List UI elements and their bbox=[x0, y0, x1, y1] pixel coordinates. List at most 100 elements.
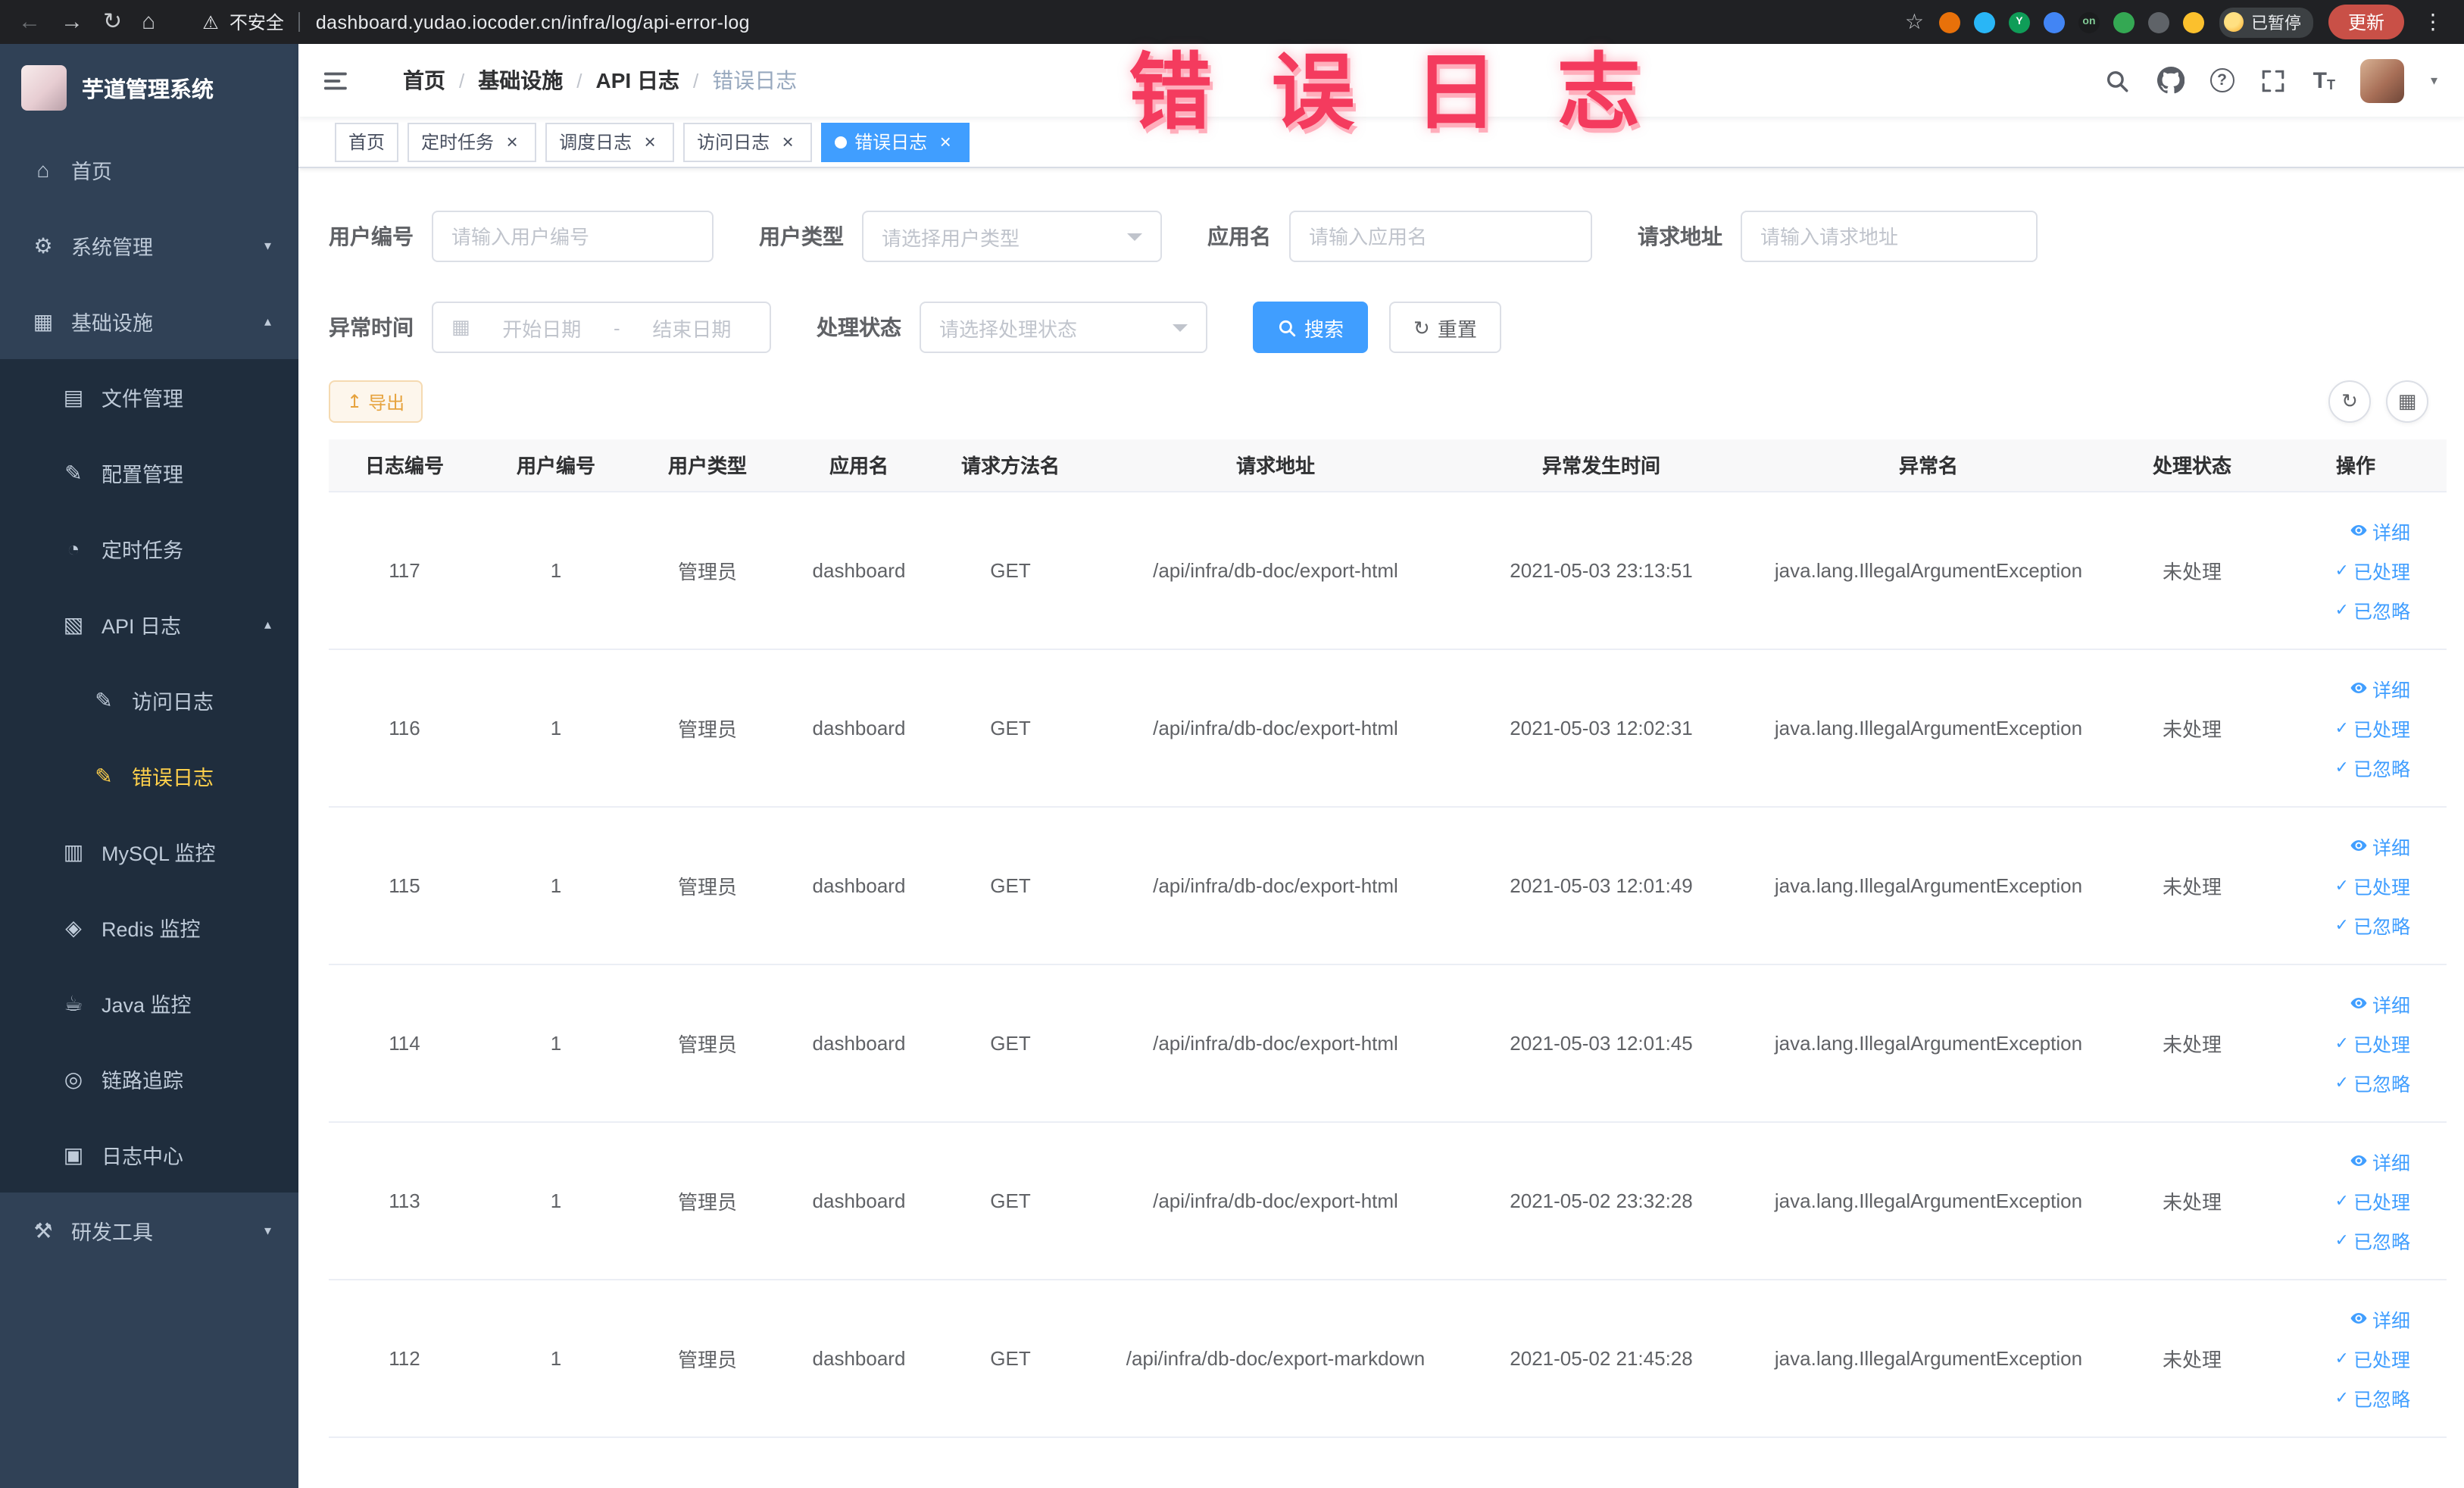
extension-icon[interactable] bbox=[1938, 11, 1960, 33]
cell-user-type: 管理员 bbox=[632, 1121, 783, 1280]
sidebar-item-label: 文件管理 bbox=[101, 388, 183, 411]
sidebar-item[interactable]: ✎ 访问日志 bbox=[0, 662, 298, 738]
sidebar-item[interactable]: ✎ 配置管理 bbox=[0, 435, 298, 511]
extension-icon[interactable] bbox=[2147, 11, 2169, 33]
breadcrumb-item[interactable]: 首页 bbox=[403, 65, 445, 95]
tab-close-icon[interactable]: × bbox=[777, 131, 798, 152]
app-shell: 芋道管理系统 ⌂ 首页 ⚙ 系统管理 ▾ ▦ 基础设施 ▴ ▤ 文件管理 ✎ 配… bbox=[0, 44, 2464, 1488]
mark-processed-link[interactable]: ✓ 已处理 bbox=[2335, 871, 2410, 899]
github-icon[interactable] bbox=[2156, 67, 2184, 94]
sidebar-item[interactable]: ▦ 基础设施 ▴ bbox=[0, 283, 298, 359]
detail-link[interactable]: 详细 bbox=[2350, 516, 2410, 545]
extension-icon[interactable] bbox=[2182, 11, 2204, 33]
cell-app-name: dashboard bbox=[783, 649, 935, 807]
cell-method: GET bbox=[935, 1121, 1086, 1280]
breadcrumb-separator: / bbox=[576, 69, 582, 92]
app-name-input[interactable] bbox=[1289, 211, 1592, 262]
refresh-table-button[interactable]: ↻ bbox=[2328, 380, 2371, 423]
cell-log-id: 113 bbox=[329, 1121, 480, 1280]
extension-icon[interactable]: Y bbox=[2008, 11, 2030, 33]
help-icon[interactable]: ? bbox=[2209, 68, 2234, 92]
cell-method: GET bbox=[935, 491, 1086, 649]
detail-link[interactable]: 详细 bbox=[2350, 1146, 2410, 1175]
sidebar-item[interactable]: ▧ API 日志 ▴ bbox=[0, 586, 298, 662]
mark-ignored-link[interactable]: ✓ 已忽略 bbox=[2335, 1225, 2410, 1254]
column-settings-button[interactable]: ▦ bbox=[2386, 380, 2428, 423]
extension-icon[interactable]: on bbox=[2078, 11, 2100, 33]
request-url-input[interactable] bbox=[1741, 211, 2038, 262]
detail-link[interactable]: 详细 bbox=[2350, 674, 2410, 702]
font-size-icon[interactable]: TT bbox=[2313, 69, 2335, 92]
browser-menu-icon[interactable]: ⋮ bbox=[2419, 9, 2447, 35]
view-tab[interactable]: 调度日志 × bbox=[545, 122, 675, 161]
breadcrumb-item[interactable]: 基础设施 bbox=[478, 65, 563, 95]
row-actions: 详细 ✓ 已处理 ✓ 已忽略 bbox=[2274, 989, 2437, 1096]
view-tab[interactable]: 首页 × bbox=[335, 122, 399, 161]
infrastructure-icon: ▦ bbox=[33, 308, 54, 333]
mark-ignored-link[interactable]: ✓ 已忽略 bbox=[2335, 1068, 2410, 1096]
reset-button[interactable]: ↻ 重置 bbox=[1389, 302, 1501, 353]
paused-extension-badge[interactable]: 已暂停 bbox=[2219, 7, 2313, 37]
sidebar-item[interactable]: ◔ 定时任务 bbox=[0, 511, 298, 586]
browser-update-button[interactable]: 更新 bbox=[2328, 5, 2404, 39]
sidebar-item[interactable]: ◎ 链路追踪 bbox=[0, 1041, 298, 1117]
browser-home-icon[interactable]: ⌂ bbox=[142, 11, 155, 33]
back-icon[interactable]: ← bbox=[18, 11, 41, 33]
sidebar-item[interactable]: ▥ MySQL 监控 bbox=[0, 814, 298, 889]
process-status-select[interactable]: 请选择处理状态 bbox=[920, 302, 1207, 353]
sidebar-item[interactable]: ◈ Redis 监控 bbox=[0, 889, 298, 965]
view-tab[interactable]: 定时任务 × bbox=[408, 122, 537, 161]
mark-processed-link[interactable]: ✓ 已处理 bbox=[2335, 1028, 2410, 1057]
fullscreen-icon[interactable] bbox=[2260, 67, 2288, 94]
search-button[interactable]: 搜索 bbox=[1253, 302, 1369, 353]
sidebar-item[interactable]: ▤ 文件管理 bbox=[0, 359, 298, 435]
mark-processed-link[interactable]: ✓ 已处理 bbox=[2335, 713, 2410, 742]
breadcrumb-separator: / bbox=[692, 69, 699, 92]
submenu-arrow-icon: ▴ bbox=[264, 313, 271, 328]
detail-link[interactable]: 详细 bbox=[2350, 1304, 2410, 1333]
tab-close-icon[interactable]: × bbox=[935, 131, 956, 152]
cell-user-id: 1 bbox=[480, 649, 632, 807]
user-id-input[interactable] bbox=[432, 211, 714, 262]
reload-icon[interactable]: ↻ bbox=[103, 11, 122, 33]
sidebar-item[interactable]: ✎ 错误日志 bbox=[0, 738, 298, 814]
tab-close-icon[interactable]: × bbox=[639, 131, 661, 152]
mark-ignored-link[interactable]: ✓ 已忽略 bbox=[2335, 910, 2410, 939]
view-tab[interactable]: 错误日志 × bbox=[821, 122, 970, 161]
sidebar-item[interactable]: ⌂ 首页 bbox=[0, 132, 298, 208]
mark-processed-link[interactable]: ✓ 已处理 bbox=[2335, 1343, 2410, 1372]
avatar-caret-icon[interactable]: ▾ bbox=[2431, 72, 2437, 89]
extension-icon[interactable] bbox=[2113, 11, 2135, 33]
mark-ignored-link[interactable]: ✓ 已忽略 bbox=[2335, 595, 2410, 624]
sidebar-item[interactable]: ⚙ 系统管理 ▾ bbox=[0, 208, 298, 283]
mark-processed-link[interactable]: ✓ 已处理 bbox=[2335, 555, 2410, 584]
sidebar-item[interactable]: ☕ Java 监控 bbox=[0, 965, 298, 1041]
detail-link[interactable]: 详细 bbox=[2350, 989, 2410, 1018]
breadcrumb-item[interactable]: 错误日志 bbox=[712, 65, 797, 95]
user-avatar[interactable] bbox=[2360, 58, 2405, 102]
cell-status: 未处理 bbox=[2119, 491, 2265, 649]
detail-link[interactable]: 详细 bbox=[2350, 831, 2410, 860]
cell-user-id: 1 bbox=[480, 491, 632, 649]
view-tab[interactable]: 访问日志 × bbox=[683, 122, 813, 161]
user-type-select[interactable]: 请选择用户类型 bbox=[862, 211, 1162, 262]
address-bar[interactable]: ⚠ 不安全 dashboard.yudao.iocoder.cn/infra/l… bbox=[202, 9, 750, 35]
access-log-icon: ✎ bbox=[95, 687, 113, 711]
tab-close-icon[interactable]: × bbox=[501, 131, 523, 152]
sidebar-toggle-icon[interactable] bbox=[323, 67, 351, 93]
bookmark-star-icon[interactable]: ☆ bbox=[1905, 9, 1924, 35]
check-icon: ✓ bbox=[2334, 916, 2349, 934]
mark-ignored-link[interactable]: ✓ 已忽略 bbox=[2335, 752, 2410, 781]
mark-processed-link[interactable]: ✓ 已处理 bbox=[2335, 1186, 2410, 1214]
sidebar-item[interactable]: ▣ 日志中心 bbox=[0, 1117, 298, 1193]
log-center-icon: ▣ bbox=[63, 1142, 84, 1166]
mark-ignored-link[interactable]: ✓ 已忽略 bbox=[2335, 1383, 2410, 1411]
extension-icon[interactable] bbox=[1973, 11, 1995, 33]
sidebar-item[interactable]: ⚒ 研发工具 ▾ bbox=[0, 1193, 298, 1268]
exception-time-range-picker[interactable]: ▦ 开始日期 - 结束日期 bbox=[432, 302, 771, 353]
breadcrumb-item[interactable]: API 日志 bbox=[596, 65, 679, 95]
search-icon[interactable] bbox=[2104, 67, 2131, 94]
forward-icon[interactable]: → bbox=[61, 11, 83, 33]
export-button[interactable]: ↥ 导出 bbox=[329, 380, 423, 423]
extension-icon[interactable] bbox=[2043, 11, 2065, 33]
